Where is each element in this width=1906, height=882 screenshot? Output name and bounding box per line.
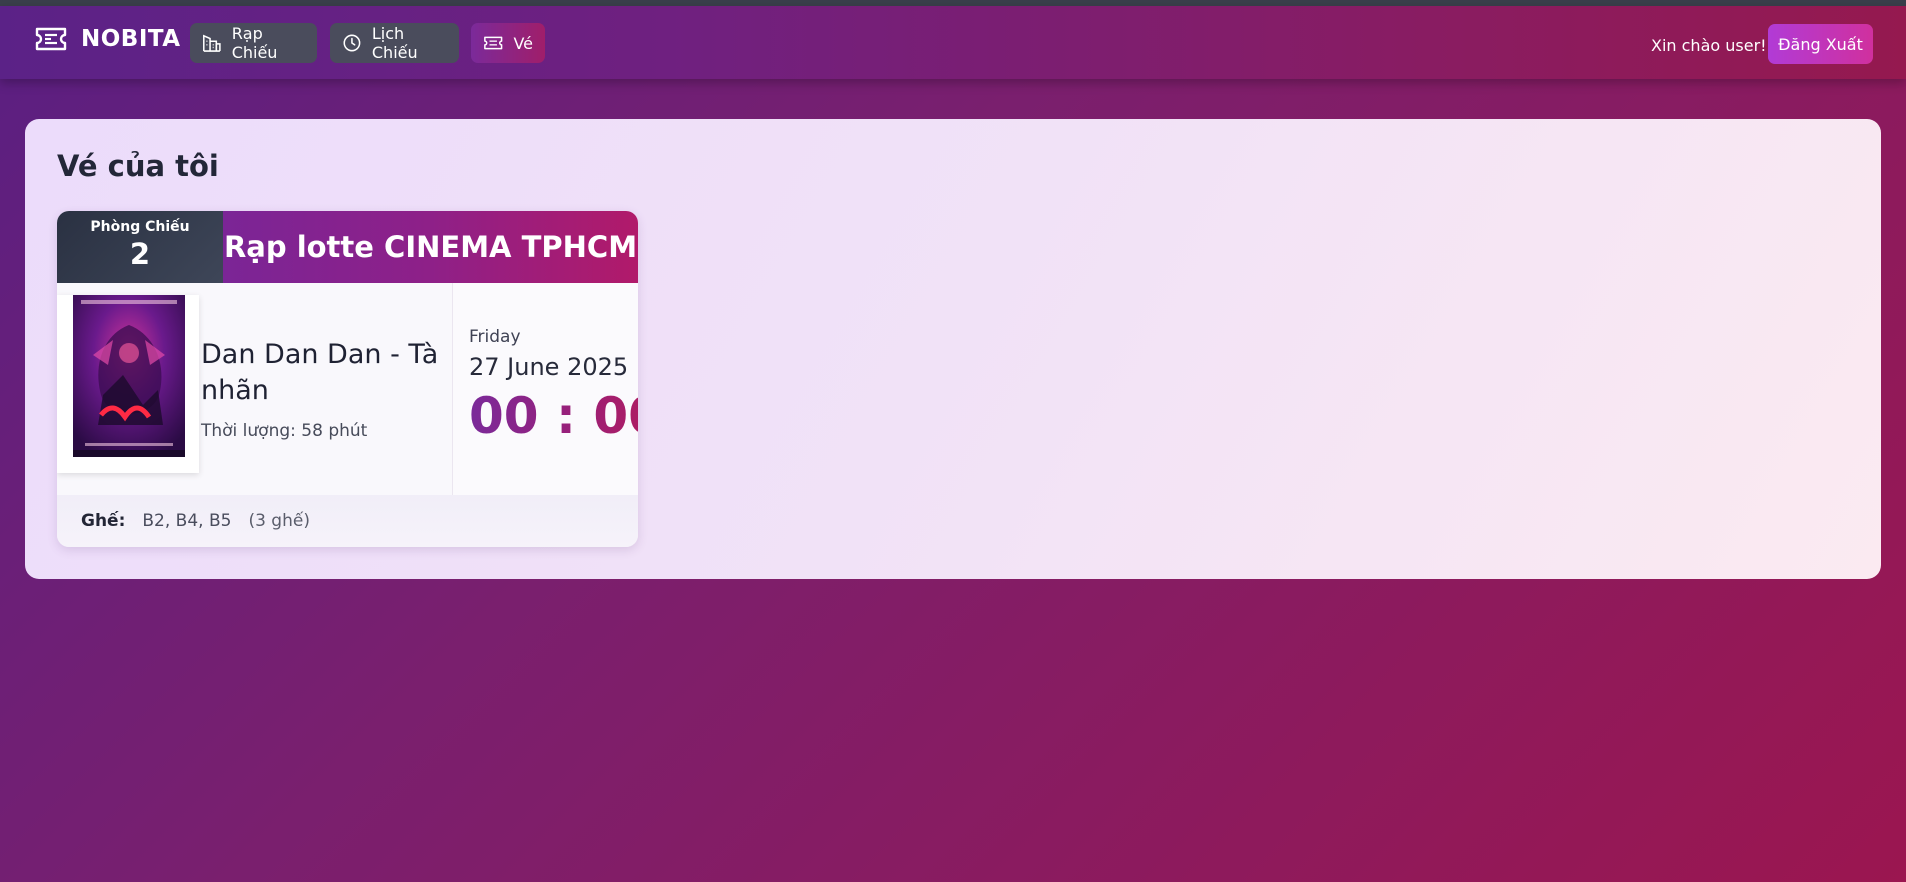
show-date: 27 June 2025	[469, 353, 629, 381]
room-label: Phòng Chiếu	[90, 219, 190, 235]
show-weekday: Friday	[469, 327, 521, 347]
showtime-info: Friday 27 June 2025 00 : 00	[452, 283, 638, 495]
movie-poster[interactable]	[73, 295, 185, 457]
ticket-icon	[35, 27, 67, 51]
movie-info: Dan Dan Dan - Tà nhãn Thời lượng: 58 phú…	[57, 283, 452, 495]
show-time: 00 : 00	[469, 387, 638, 445]
ticket-icon	[484, 36, 503, 50]
nav-showtimes-button[interactable]: Lịch Chiếu	[330, 23, 459, 63]
nav-theaters-button[interactable]: Rạp Chiếu	[190, 23, 317, 63]
movie-poster-image	[73, 295, 185, 457]
movie-duration: Thời lượng: 58 phút	[201, 421, 368, 441]
greeting-text: Xin chào user!	[1651, 36, 1767, 55]
nav-theaters-label: Rạp Chiếu	[231, 24, 278, 62]
movie-title: Dan Dan Dan - Tà nhãn	[201, 339, 439, 406]
nav-tickets-button[interactable]: Vé	[471, 23, 545, 63]
brand-name: NOBITA	[81, 26, 181, 52]
cinema-name: Rạp lotte CINEMA TPHCM	[223, 211, 638, 283]
nav-tickets-label: Vé	[513, 33, 533, 53]
seats-label: Ghế:	[81, 511, 126, 531]
logout-button[interactable]: Đăng Xuất	[1768, 24, 1873, 64]
seat-count: (3 ghế)	[248, 511, 310, 531]
building-icon	[203, 34, 221, 52]
seats-row: Ghế: B2, B4, B5 (3 ghế)	[57, 495, 638, 547]
nav-showtimes-label: Lịch Chiếu	[371, 24, 418, 62]
ticket-card[interactable]: Phòng Chiếu 2 Rạp lotte CINEMA TPHCM Dan…	[57, 211, 638, 547]
seats-list: B2, B4, B5	[142, 511, 232, 531]
room-badge: Phòng Chiếu 2	[57, 211, 223, 283]
room-number: 2	[129, 237, 151, 271]
brand-logo[interactable]: NOBITA	[34, 26, 181, 52]
clock-icon	[343, 34, 361, 52]
navbar: NOBITA Rạp Chiếu Lịch Chiếu Vé Xin chào …	[0, 6, 1906, 79]
page-title: Vé của tôi	[57, 149, 219, 183]
my-tickets-panel: Vé của tôi Phòng Chiếu 2 Rạp lotte CINEM…	[25, 119, 1881, 579]
